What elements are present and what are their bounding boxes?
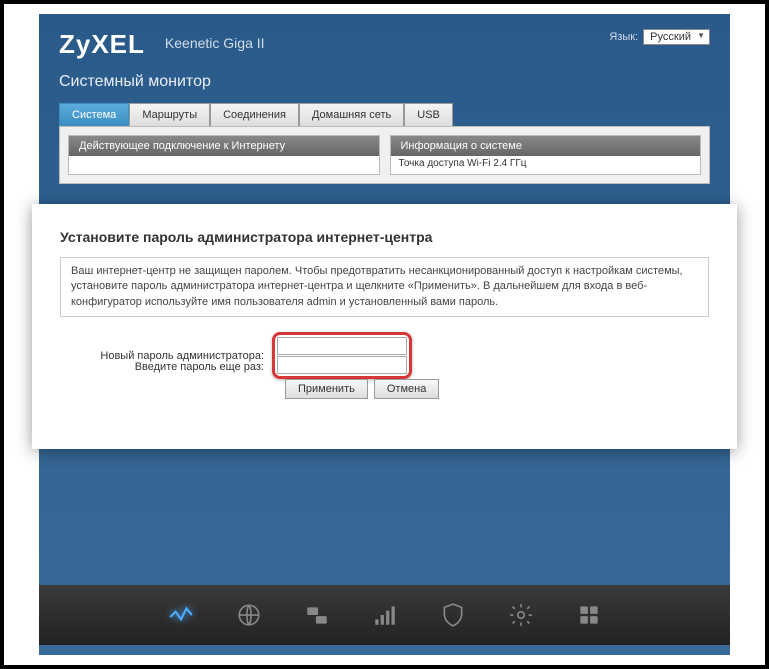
tabs-bar: Система Маршруты Соединения Домашняя сет…: [39, 103, 730, 126]
language-selector: Язык: Русский: [609, 29, 710, 45]
header: ZyXEL Keenetic Giga II Язык: Русский: [39, 14, 730, 65]
language-label: Язык:: [609, 31, 638, 43]
language-dropdown[interactable]: Русский: [643, 29, 710, 45]
cancel-button[interactable]: Отмена: [374, 379, 439, 399]
nav-wifi-icon[interactable]: [371, 601, 399, 629]
modal-password-setup: Установите пароль администратора интерне…: [32, 204, 737, 449]
modal-button-row: Применить Отмена: [285, 379, 709, 399]
nav-apps-icon[interactable]: [575, 601, 603, 629]
logo: ZyXEL: [59, 29, 145, 60]
product-name: Keenetic Giga II: [165, 35, 265, 51]
apply-button[interactable]: Применить: [285, 379, 368, 399]
tab-routes[interactable]: Маршруты: [129, 103, 210, 126]
label-new-password: Новый пароль администратора:: [60, 350, 272, 362]
page-title: Системный монитор: [39, 65, 730, 103]
bottom-nav: [39, 585, 730, 645]
tab-home-network[interactable]: Домашняя сеть: [299, 103, 404, 126]
label-repeat-password: Введите пароль еще раз:: [60, 361, 272, 373]
nav-shield-icon[interactable]: [439, 601, 467, 629]
input-highlight-callout: [272, 332, 412, 379]
panel-header-right: Информация о системе: [391, 136, 701, 156]
nav-globe-icon[interactable]: [235, 601, 263, 629]
tab-connections[interactable]: Соединения: [210, 103, 299, 126]
tab-usb[interactable]: USB: [404, 103, 453, 126]
panel-header-left: Действующее подключение к Интернету: [69, 136, 379, 156]
modal-title: Установите пароль администратора интерне…: [60, 229, 709, 245]
content-area: Действующее подключение к Интернету Инфо…: [59, 126, 710, 184]
modal-description: Ваш интернет-центр не защищен паролем. Ч…: [60, 257, 709, 317]
panel-internet-connection: Действующее подключение к Интернету: [68, 135, 380, 175]
nav-network-icon[interactable]: [303, 601, 331, 629]
new-password-input[interactable]: [277, 337, 407, 355]
panel-body-right: Точка доступа Wi-Fi 2.4 ГГц: [391, 156, 701, 174]
panel-body-left: [69, 156, 379, 174]
repeat-password-input[interactable]: [277, 356, 407, 374]
panel-system-info: Информация о системе Точка доступа Wi-Fi…: [390, 135, 702, 175]
nav-gear-icon[interactable]: [507, 601, 535, 629]
nav-monitor-icon[interactable]: [167, 601, 195, 629]
tab-system[interactable]: Система: [59, 103, 129, 126]
